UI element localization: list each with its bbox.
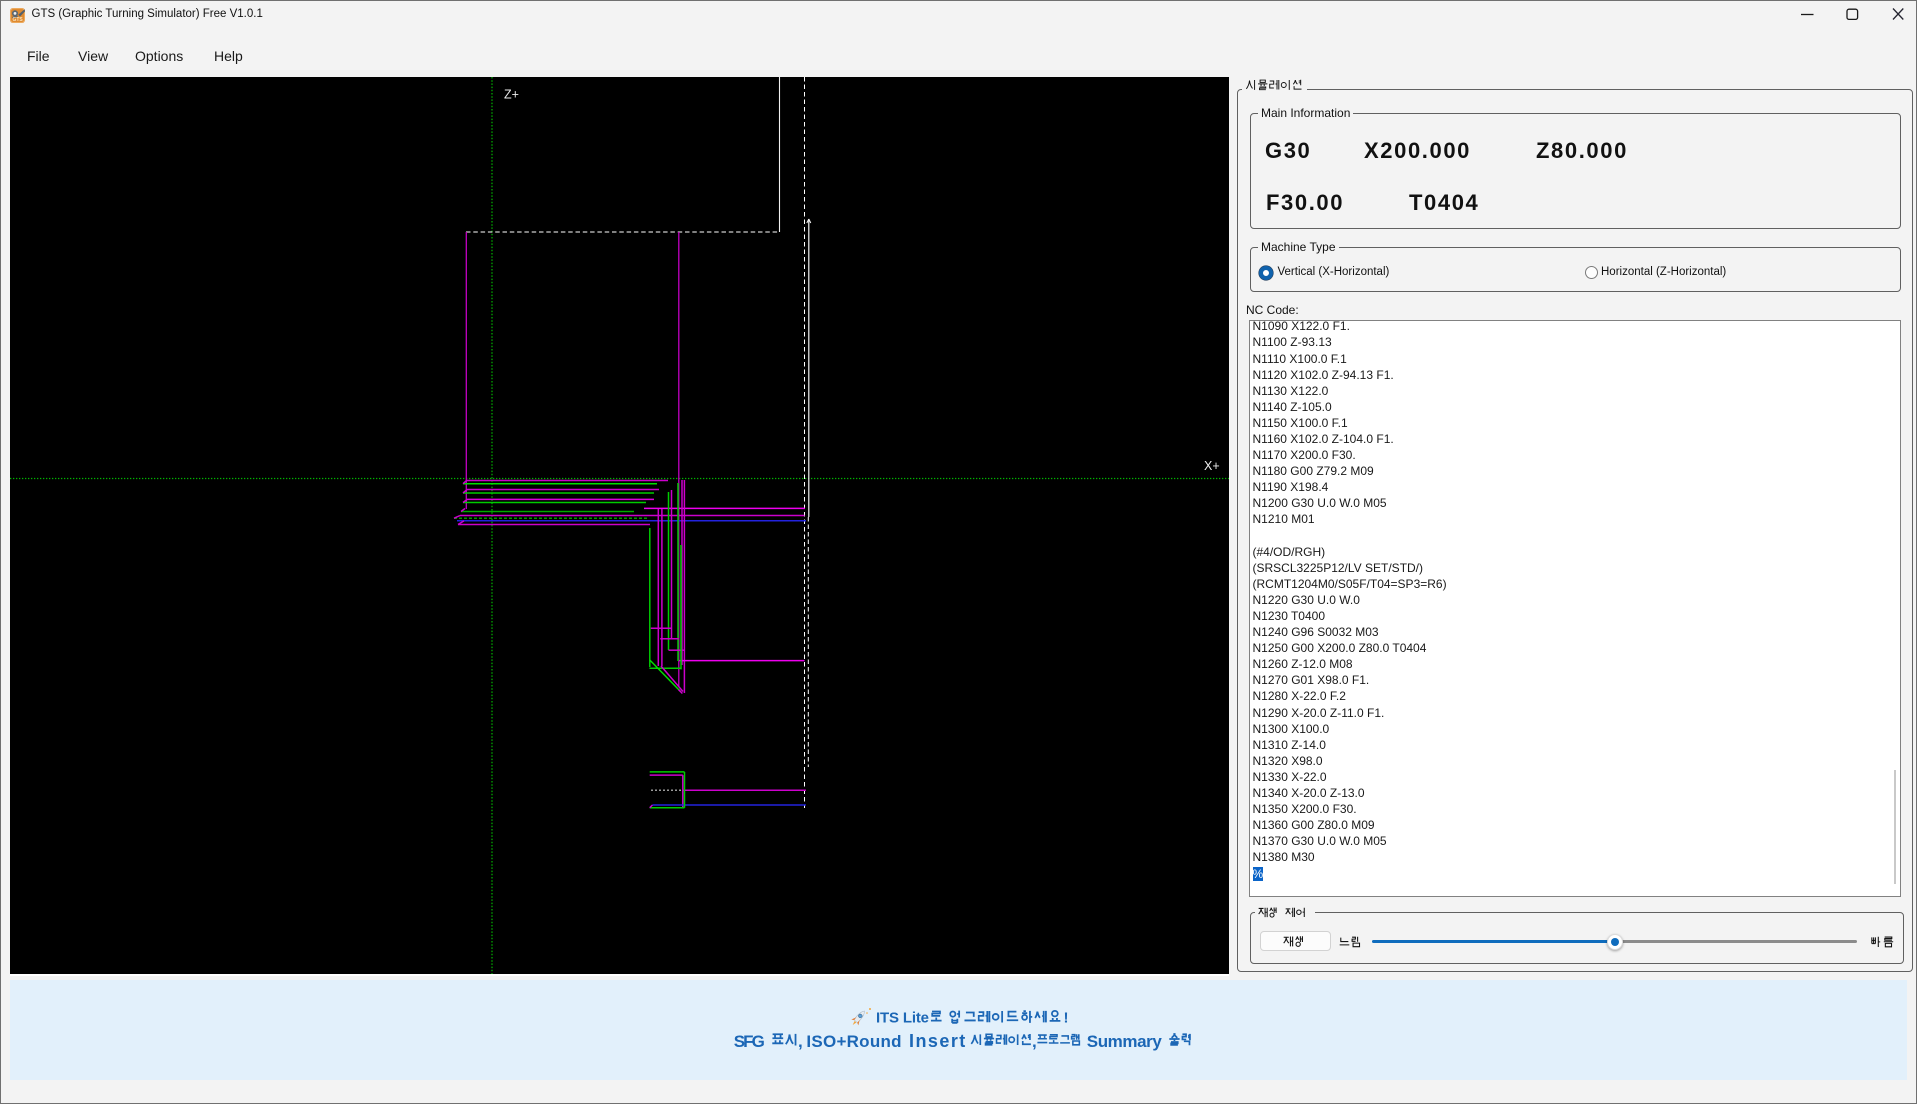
svg-text:ISO+Round: ISO+Round	[806, 1032, 901, 1051]
svg-text:,: ,	[1032, 1032, 1037, 1051]
svg-text:GTS: GTS	[12, 17, 23, 23]
svg-text:Insert: Insert	[909, 1031, 965, 1051]
svg-text:Z+: Z+	[504, 88, 519, 102]
svg-text:Summary: Summary	[1087, 1032, 1163, 1051]
svg-text:,: ,	[798, 1032, 803, 1051]
svg-text:ITS Lite: ITS Lite	[876, 1010, 929, 1027]
svg-text:X+: X+	[1204, 459, 1220, 473]
svg-text:SFG: SFG	[734, 1032, 765, 1051]
svg-text:!: !	[1064, 1010, 1069, 1027]
